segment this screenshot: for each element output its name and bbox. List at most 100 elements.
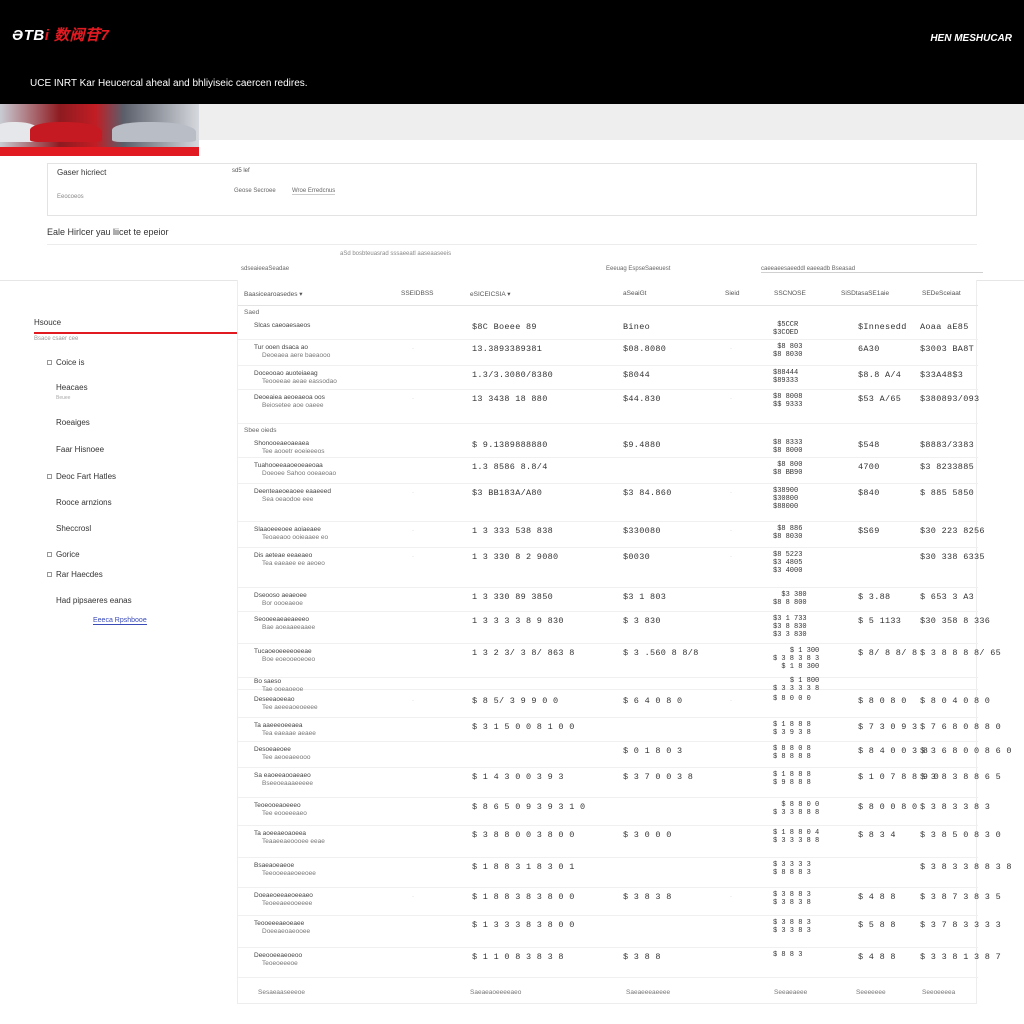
checkbox-icon[interactable] — [47, 572, 52, 578]
footer-cell: Seeeeeee — [856, 989, 886, 996]
table-row[interactable]: Deeooeeaeoeoo Teoeoeeeoe $ 1 1 0 8 3 8 3 8… — [238, 950, 1001, 978]
total-cell: $30 338 6335 — [920, 552, 985, 562]
table-row[interactable]: Ta aaeeeoeeaea Tea eaeaae aeaee $ 3 1 5 0 … — [238, 720, 1001, 742]
divider — [47, 244, 977, 245]
column-header[interactable]: Sieid — [725, 290, 739, 297]
vehicle-detail: Tee aeoeaeeooo — [262, 754, 311, 761]
stacked-value: $3 380 — [781, 591, 807, 599]
sidebar-link[interactable]: Eeeca Rpshbooe — [93, 617, 147, 625]
table-row[interactable]: Tur ooen dsaca ao Deoeaea aere baeaooo · 13… — [238, 342, 978, 366]
sidebar-item-label: Coice is — [56, 358, 85, 367]
vehicle-name: Shonooeaeoaeaea — [254, 440, 309, 447]
brand-logo[interactable]: ƏTBi 数阀苷7 — [12, 24, 109, 45]
table-row[interactable]: Deseeaoeeao Tee aeeeaoeoeeee · $ 8 5/ 3 9 9… — [238, 694, 990, 718]
sidebar-item[interactable]: Sheccrosl — [56, 524, 91, 533]
row-marker: · — [412, 894, 414, 900]
total-cell: $ 8 0 4 0 8 0 — [920, 696, 991, 706]
vehicle-name: Teoeooeaoeeeo — [254, 802, 301, 809]
sidebar-item[interactable]: Coice is — [47, 358, 84, 367]
price-cell: 1 3 2 3/ 3 8/ 863 8 — [472, 648, 575, 658]
table-row[interactable]: Teoeooeaoeeeo Tee eooeeeaeo $ 8 6 5 0 9 3 … — [238, 800, 990, 826]
sidebar-item[interactable]: Gorice — [47, 550, 80, 559]
group-divider — [761, 272, 983, 273]
table-row[interactable]: Tuahooeeaaoeoeaeoaa Doeoee Sahoo ooeaeoao… — [238, 460, 978, 484]
table-row[interactable]: Teooeeeaeoeaee Doeeaeoaeooee $ 1 3 3 3 8 3… — [238, 918, 1001, 948]
column-header[interactable]: SSCNOSE — [774, 290, 806, 297]
total-cell: $ 3 3 8 1 3 8 7 — [920, 952, 1002, 962]
column-header[interactable]: SiSDtasaSE1aie — [841, 290, 889, 297]
vehicle-name: Tur ooen dsaca ao — [254, 344, 308, 351]
table-row[interactable]: Dseooso aeaeoee Bor oooeaeoe 1 3 330 89 38… — [238, 590, 978, 612]
total-cell: $ 3 8 3 3 8 8 3 8 — [920, 862, 1012, 872]
table-row[interactable]: Ta aoeeaeoaoeea Teaaeeaeoooee eeae $ 3 8 8… — [238, 828, 1001, 858]
column-header[interactable]: Baasicearoasedes ▾ — [244, 290, 303, 298]
price-cell: 1 3 330 89 3850 — [472, 592, 554, 602]
header-right-label[interactable]: HEN MESHUCAR — [930, 33, 1012, 44]
column-header[interactable]: SSEIDBSS — [401, 290, 434, 297]
table-row[interactable]: Dis aeteae eeaeaeo Tea eaeaee ee aeoeo · 1 … — [238, 550, 985, 588]
row-marker: · — [730, 528, 732, 534]
sidebar-item-label: Had pipsaeres eanas — [56, 596, 132, 605]
price-cell: $ 3 8 8 0 0 3 8 0 0 — [472, 830, 575, 840]
table-row[interactable]: Bo saeso Tae ooeaoeoe $ 1 800 $ 3 3 3 3 8 — [238, 676, 978, 693]
total-cell: $ 653 3 A3 — [920, 592, 975, 602]
stacked-values: $8 8008 $$ 9333 — [773, 393, 802, 409]
footer-cell: Saeaeaoeeeeaeo — [470, 989, 522, 996]
total-cell: $ 3 7 8 3 3 3 3 — [920, 920, 1002, 930]
total-cell: $380893/093 — [920, 394, 980, 404]
checkbox-icon[interactable] — [47, 360, 52, 366]
table-row[interactable]: Deenteaeoeaoee eaaeeed Sea oeaodoe eee · $3… — [238, 486, 978, 522]
table-row[interactable]: Doeaeoeeaeoeeaeo Teoeeaeeooeeee · $ 1 8 8 3… — [238, 890, 1001, 916]
column-header[interactable]: aSeaiGt — [623, 290, 647, 297]
table-row[interactable]: Seooeeaeaeaeeeo Bae aoeaaeeaaee 1 3 3 3 3 … — [238, 614, 990, 644]
vehicle-name: Slcas caeoaesaeos — [254, 322, 311, 329]
sidebar-item[interactable]: Faar Hisnoee — [56, 445, 104, 454]
table-row[interactable]: Sa eaoeeaooaeaeo Bseeoeaaaeeeee $ 1 4 3 0 … — [238, 770, 1001, 798]
filter-option-1[interactable]: Geose Secroee — [234, 188, 276, 194]
vehicle-detail: Beiosetee aoe oaeee — [262, 402, 324, 409]
checkbox-icon[interactable] — [47, 552, 52, 558]
filter-option-2[interactable]: Wroe Erredcnus — [292, 188, 336, 195]
price-cell: $ 1 3 3 3 8 3 8 0 0 — [472, 920, 575, 930]
table-row[interactable]: Slcas caeoaesaeos $8C Boeee 89 Bineo $5CCR $… — [238, 320, 978, 340]
sidebar-item[interactable]: Rar Haecdes — [47, 570, 103, 579]
vehicle-name: Tucaoeoeeeeoeeae — [254, 648, 312, 655]
row-marker: · — [730, 346, 732, 352]
total-cell: $30 223 8256 — [920, 526, 985, 536]
table-row[interactable]: Bsaeaoeaeoe Teeooeeaeoeeoee $ 1 8 8 3 1 8 … — [238, 860, 1012, 888]
vehicle-detail: Teooeeae aeae eassodao — [262, 378, 337, 385]
stacked-value: $89333 — [773, 377, 799, 385]
stacked-value: $ 3 8 3 8 3 — [773, 655, 820, 663]
total-cell: $3003 BA8T — [920, 344, 975, 354]
row-marker: · — [412, 554, 414, 560]
vehicle-detail: Teoeeaeeooeeee — [262, 900, 313, 907]
sidebar-item[interactable]: Heacaes — [56, 383, 88, 392]
sidebar-item[interactable]: Had pipsaeres eanas — [56, 596, 132, 605]
amount-cell: $Innesedd — [858, 322, 907, 332]
amount-cell: $ 8 0 8 0 — [858, 696, 907, 706]
stacked-values: $ 3 8 8 3 $ 3 3 8 3 — [773, 919, 811, 935]
total-cell: $3 8233885 — [920, 462, 975, 472]
sidebar-item[interactable]: Rooce arnzions — [56, 498, 112, 507]
column-header[interactable]: SEDeSceiaat — [922, 290, 961, 297]
vehicle-name: Tuahooeeaaoeoeaeoaa — [254, 462, 323, 469]
stacked-value: $3 8 830 — [773, 623, 807, 631]
sidebar-item[interactable]: Roeaiges — [56, 418, 90, 427]
table-row[interactable]: Tucaoeoeeeeoeeae Boe eoeooeoeoeo 1 3 2 3/ … — [238, 646, 1001, 678]
stacked-value: $ 3 8 8 3 — [773, 891, 811, 899]
table-row[interactable]: Doceooao auoteiaeag Teooeeae aeae eassoda… — [238, 368, 978, 390]
stacked-value: $ 3 3 3 3 — [773, 861, 811, 869]
vehicle-detail: Doeoee Sahoo ooeaeoao — [262, 470, 337, 477]
table-row[interactable]: Shonooeaeoaeaea Tee aooetr eoeieeeos $ 9.1… — [238, 438, 978, 458]
stacked-value: $8 5223 — [773, 551, 803, 559]
sidebar-item[interactable]: Deoc Fart Hatles — [47, 472, 116, 481]
checkbox-icon[interactable] — [47, 474, 52, 480]
table-row[interactable]: Deoeaiea aeoeaeoa oos Beiosetee aoe oaeee… — [238, 392, 980, 424]
column-header[interactable]: eSICEICSIA ▾ — [470, 290, 510, 298]
table-row[interactable]: Slaaoeeeoee aoiaeaee Teoaeaoo ooieaaee eo… — [238, 524, 985, 548]
table-row[interactable]: Desoeaeoee Tee aeoeaeeooo $ 0 1 8 0 3 $ 8 8… — [238, 744, 1012, 768]
footer-cell: Seeaeaeee — [774, 989, 808, 996]
value-cell: $3 84.860 — [623, 488, 672, 498]
footer-cell: Sesaeaaseeeoe — [258, 989, 305, 996]
stacked-value: $ 1 8 8 8 — [773, 721, 811, 729]
